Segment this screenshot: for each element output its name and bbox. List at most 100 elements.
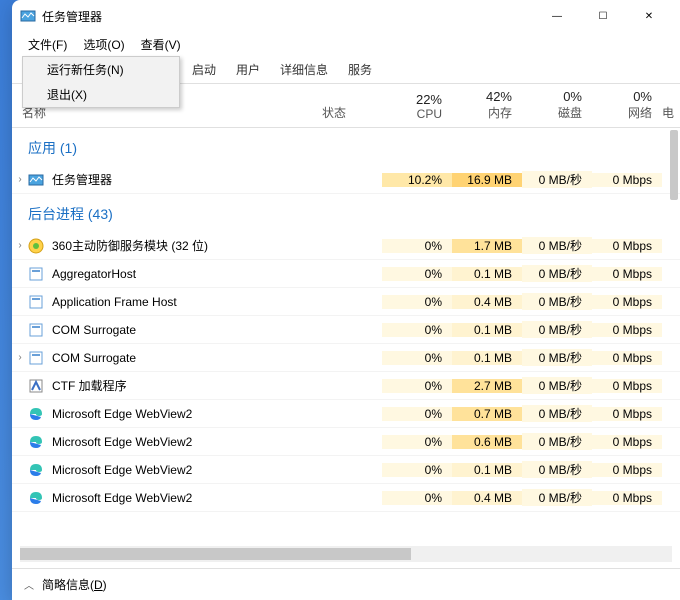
process-cpu: 0%	[382, 267, 452, 281]
process-memory: 1.7 MB	[452, 239, 522, 253]
col-cpu[interactable]: 22% CPU	[382, 84, 452, 127]
process-row[interactable]: ›任务管理器10.2%16.9 MB0 MB/秒0 Mbps	[12, 166, 680, 194]
footer: ︿ 简略信息(D)	[12, 568, 680, 600]
process-network: 0 Mbps	[592, 323, 662, 337]
file-dropdown: 运行新任务(N) 退出(X)	[22, 56, 180, 108]
process-row[interactable]: Microsoft Edge WebView20%0.1 MB0 MB/秒0 M…	[12, 456, 680, 484]
process-name: Microsoft Edge WebView2	[52, 435, 192, 449]
mem-total: 42%	[486, 89, 512, 104]
process-cpu: 0%	[382, 295, 452, 309]
vertical-scrollbar[interactable]	[670, 130, 678, 200]
edge-icon	[28, 462, 44, 478]
process-network: 0 Mbps	[592, 491, 662, 505]
process-name-cell: Microsoft Edge WebView2	[28, 434, 322, 450]
process-name-cell: AggregatorHost	[28, 266, 322, 282]
scrollbar-thumb[interactable]	[20, 548, 411, 560]
col-status[interactable]: 状态	[322, 84, 382, 127]
process-name: 360主动防御服务模块 (32 位)	[52, 237, 208, 254]
process-cpu: 0%	[382, 351, 452, 365]
process-disk: 0 MB/秒	[522, 321, 592, 338]
process-memory: 0.6 MB	[452, 435, 522, 449]
process-row[interactable]: ›COM Surrogate 0%0.1 MB0 MB/秒0 Mbps	[12, 344, 680, 372]
tab-users[interactable]: 用户	[226, 57, 270, 82]
process-memory: 0.1 MB	[452, 267, 522, 281]
process-row[interactable]: CTF 加载程序0%2.7 MB0 MB/秒0 Mbps	[12, 372, 680, 400]
cpu-total: 22%	[416, 92, 442, 107]
process-network: 0 Mbps	[592, 407, 662, 421]
edge-icon	[28, 490, 44, 506]
group-header-apps: 应用 (1)	[12, 128, 680, 166]
menu-run-new-task[interactable]: 运行新任务(N)	[23, 57, 179, 82]
process-list: 应用 (1)›任务管理器10.2%16.9 MB0 MB/秒0 Mbps后台进程…	[12, 128, 680, 546]
process-memory: 0.1 MB	[452, 351, 522, 365]
tab-startup[interactable]: 启动	[182, 57, 226, 82]
process-row[interactable]: COM Surrogate 0%0.1 MB0 MB/秒0 Mbps	[12, 316, 680, 344]
process-cpu: 0%	[382, 323, 452, 337]
tab-details[interactable]: 详细信息	[270, 57, 338, 82]
process-memory: 16.9 MB	[452, 173, 522, 187]
fewer-details-link[interactable]: 简略信息(D)	[42, 576, 107, 593]
process-name-cell: Application Frame Host	[28, 294, 322, 310]
process-network: 0 Mbps	[592, 351, 662, 365]
generic-icon	[28, 322, 44, 338]
ctf-icon	[28, 378, 44, 394]
menu-exit[interactable]: 退出(X)	[23, 82, 179, 107]
col-disk[interactable]: 0% 磁盘	[522, 84, 592, 127]
col-memory[interactable]: 42% 内存	[452, 84, 522, 127]
process-disk: 0 MB/秒	[522, 405, 592, 422]
expand-chevron-icon[interactable]: ›	[12, 240, 28, 251]
process-disk: 0 MB/秒	[522, 171, 592, 188]
maximize-button[interactable]: ☐	[580, 0, 626, 32]
process-name: CTF 加载程序	[52, 377, 127, 394]
minimize-button[interactable]: —	[534, 0, 580, 32]
process-name-cell: COM Surrogate	[28, 350, 322, 366]
menu-view[interactable]: 查看(V)	[133, 34, 189, 55]
process-network: 0 Mbps	[592, 463, 662, 477]
process-row[interactable]: Microsoft Edge WebView2 0%0.7 MB0 MB/秒0 M…	[12, 400, 680, 428]
expand-chevron-icon[interactable]: ›	[12, 352, 28, 363]
process-disk: 0 MB/秒	[522, 265, 592, 282]
chevron-up-icon[interactable]: ︿	[24, 577, 34, 592]
process-name-cell: Microsoft Edge WebView2	[28, 406, 322, 422]
task-manager-window: 任务管理器 — ☐ ✕ 文件(F) 选项(O) 查看(V) 运行新任务(N) 退…	[12, 0, 680, 600]
group-header-bg: 后台进程 (43)	[12, 194, 680, 232]
process-network: 0 Mbps	[592, 435, 662, 449]
process-row[interactable]: Microsoft Edge WebView20%0.4 MB0 MB/秒0 M…	[12, 484, 680, 512]
menubar: 文件(F) 选项(O) 查看(V) 运行新任务(N) 退出(X)	[12, 32, 680, 56]
process-name-cell: 360主动防御服务模块 (32 位)	[28, 237, 322, 254]
process-disk: 0 MB/秒	[522, 237, 592, 254]
menu-options[interactable]: 选项(O)	[75, 34, 132, 55]
process-row[interactable]: › 360主动防御服务模块 (32 位) 0%1.7 MB0 MB/秒0 Mbps	[12, 232, 680, 260]
process-network: 0 Mbps	[592, 379, 662, 393]
process-row[interactable]: Microsoft Edge WebView2 0%0.6 MB0 MB/秒0 M…	[12, 428, 680, 456]
menu-file[interactable]: 文件(F)	[20, 34, 75, 55]
process-memory: 0.7 MB	[452, 407, 522, 421]
process-network: 0 Mbps	[592, 239, 662, 253]
edge-icon	[28, 434, 44, 450]
disk-label: 磁盘	[558, 104, 582, 121]
process-name: Microsoft Edge WebView2	[52, 463, 192, 477]
process-disk: 0 MB/秒	[522, 461, 592, 478]
process-name-cell: COM Surrogate	[28, 322, 322, 338]
process-cpu: 0%	[382, 407, 452, 421]
process-row[interactable]: AggregatorHost0%0.1 MB0 MB/秒0 Mbps	[12, 260, 680, 288]
close-button[interactable]: ✕	[626, 0, 672, 32]
col-power[interactable]: 电	[662, 84, 680, 127]
process-name-cell: Microsoft Edge WebView2	[28, 462, 322, 478]
net-total: 0%	[633, 89, 652, 104]
process-disk: 0 MB/秒	[522, 349, 592, 366]
process-name: 任务管理器	[52, 171, 112, 188]
expand-chevron-icon[interactable]: ›	[12, 174, 28, 185]
horizontal-scrollbar[interactable]	[20, 546, 672, 562]
col-network[interactable]: 0% 网络	[592, 84, 662, 127]
generic-icon	[28, 266, 44, 282]
window-title: 任务管理器	[42, 8, 534, 25]
process-memory: 0.1 MB	[452, 323, 522, 337]
tab-services[interactable]: 服务	[338, 57, 382, 82]
process-cpu: 0%	[382, 239, 452, 253]
titlebar[interactable]: 任务管理器 — ☐ ✕	[12, 0, 680, 32]
process-disk: 0 MB/秒	[522, 293, 592, 310]
process-cpu: 0%	[382, 435, 452, 449]
process-row[interactable]: Application Frame Host0%0.4 MB0 MB/秒0 Mb…	[12, 288, 680, 316]
process-disk: 0 MB/秒	[522, 433, 592, 450]
